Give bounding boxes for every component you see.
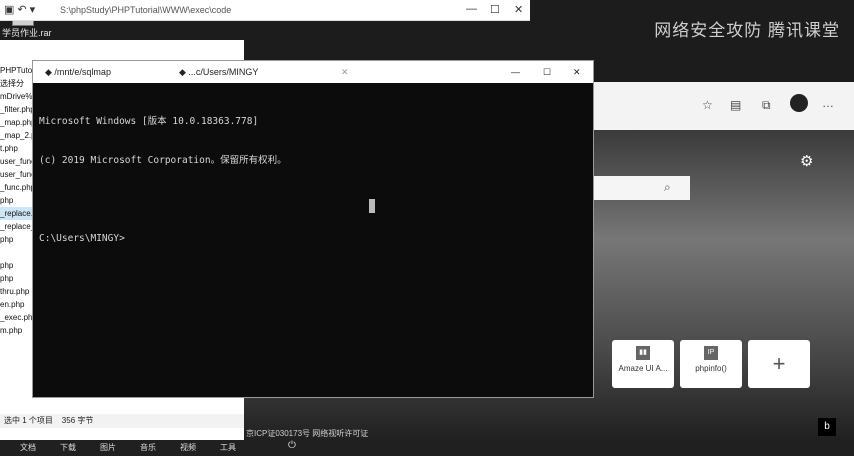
bing-icon[interactable]: b [818,418,836,436]
taskbar-item[interactable]: 视频 [180,442,196,453]
ribbon-label[interactable]: 选择分 [0,77,34,90]
terminal-output[interactable]: Microsoft Windows [版本 10.0.18363.778] (c… [39,89,287,271]
status-size: 356 字节 [61,416,94,425]
quick-link-tile[interactable]: IP phpinfo() [680,340,742,388]
close-button[interactable]: ✕ [514,3,523,16]
more-icon[interactable]: … [822,96,834,110]
plus-icon: + [772,351,786,376]
grid-icon: ▮▮ [636,346,650,360]
terminal-prompt: C:\Users\MINGY> [39,233,125,244]
maximize-button[interactable]: ☐ [543,61,551,83]
status-selected: 选中 1 个项目 [4,416,53,425]
list-item[interactable]: php [0,233,34,246]
taskbar-item[interactable]: 音乐 [140,442,156,453]
list-item[interactable]: _exec.php [0,311,34,324]
tile-label: phpinfo() [695,364,727,373]
avatar[interactable] [790,94,808,112]
terminal-line: (c) 2019 Microsoft Corporation。保留所有权利。 [39,155,287,166]
tile-icon: IP [704,346,718,360]
list-item[interactable]: user_func_ [0,168,34,181]
status-bar: 选中 1 个项目 356 字节 [0,414,248,428]
minimize-button[interactable]: — [466,3,477,15]
list-item[interactable]: _func.php [0,181,34,194]
tab-sqlmap[interactable]: ◆ /mnt/e/sqlmap [45,61,111,83]
taskbar-item[interactable]: 图片 [100,442,116,453]
maximize-button[interactable]: ☐ [490,3,500,16]
list-item-selected[interactable]: _replace.p [0,207,34,220]
quick-link-tile[interactable]: ▮▮ Amaze UI A... [612,340,674,388]
list-item[interactable] [0,246,34,259]
list-item[interactable]: t.php [0,142,34,155]
list-item[interactable]: m.php [0,324,34,337]
explorer-titlebar: ▣↶▾ S:\phpStudy\PHPTutorial\WWW\exec\cod… [0,0,530,21]
ribbon-label[interactable]: PHPTuto [0,64,34,77]
list-item[interactable]: php [0,259,34,272]
gear-icon[interactable]: ⚙ [800,152,813,170]
file-list: PHPTuto 选择分 mDrive% _filter.php _map.php… [0,64,34,337]
ribbon-label[interactable]: mDrive% [0,90,34,103]
tile-label: Amaze UI A... [618,364,668,373]
list-item[interactable]: _replace_ [0,220,34,233]
tab-label: ...c/Users/MINGY [188,67,259,77]
taskbar-item[interactable]: 文档 [20,442,36,453]
extensions-icon[interactable]: ▤ [730,98,741,112]
power-icon[interactable]: ⏻ [288,440,296,451]
desktop-icon-label: 学员作业.rar [2,28,52,38]
search-icon[interactable]: ⌕ [664,180,671,195]
taskbar-item[interactable]: 下载 [60,442,76,453]
explorer-path: S:\phpStudy\PHPTutorial\WWW\exec\code [60,5,232,15]
terminal-tabbar: ◆ /mnt/e/sqlmap ◆ ...c/Users/MINGY ✕ — ☐… [33,61,593,83]
list-item[interactable]: thru.php [0,285,34,298]
taskbar: 文档 下载 图片 音乐 视频 工具 ⏻ [0,440,854,456]
list-item[interactable]: php [0,272,34,285]
close-button[interactable]: ✕ [573,61,581,83]
quick-access-toolbar[interactable]: ▣↶▾ [4,3,38,16]
add-tile-button[interactable]: + [748,340,810,388]
watermark: 网络安全攻防 腾讯课堂 [654,21,840,40]
favorites-icon[interactable]: ☆ [702,98,713,112]
terminal-line: Microsoft Windows [版本 10.0.18363.778] [39,116,259,127]
terminal-window: ◆ /mnt/e/sqlmap ◆ ...c/Users/MINGY ✕ — ☐… [32,60,594,398]
list-item[interactable]: _map_2.p [0,129,34,142]
list-item[interactable]: _map.php [0,116,34,129]
list-item[interactable]: user_func [0,155,34,168]
footer-text: 京ICP证030173号 网络视听许可证 [246,429,369,438]
tab-label: /mnt/e/sqlmap [54,67,111,77]
minimize-button[interactable]: — [511,61,520,83]
taskbar-item[interactable]: 工具 [220,442,236,453]
collections-icon[interactable]: ⧉ [762,98,771,113]
tab-users[interactable]: ◆ ...c/Users/MINGY [179,61,258,83]
list-item[interactable]: en.php [0,298,34,311]
list-item[interactable]: php [0,194,34,207]
close-tab-icon[interactable]: ✕ [341,61,349,83]
list-item[interactable]: _filter.php [0,103,34,116]
mouse-cursor [369,199,375,213]
